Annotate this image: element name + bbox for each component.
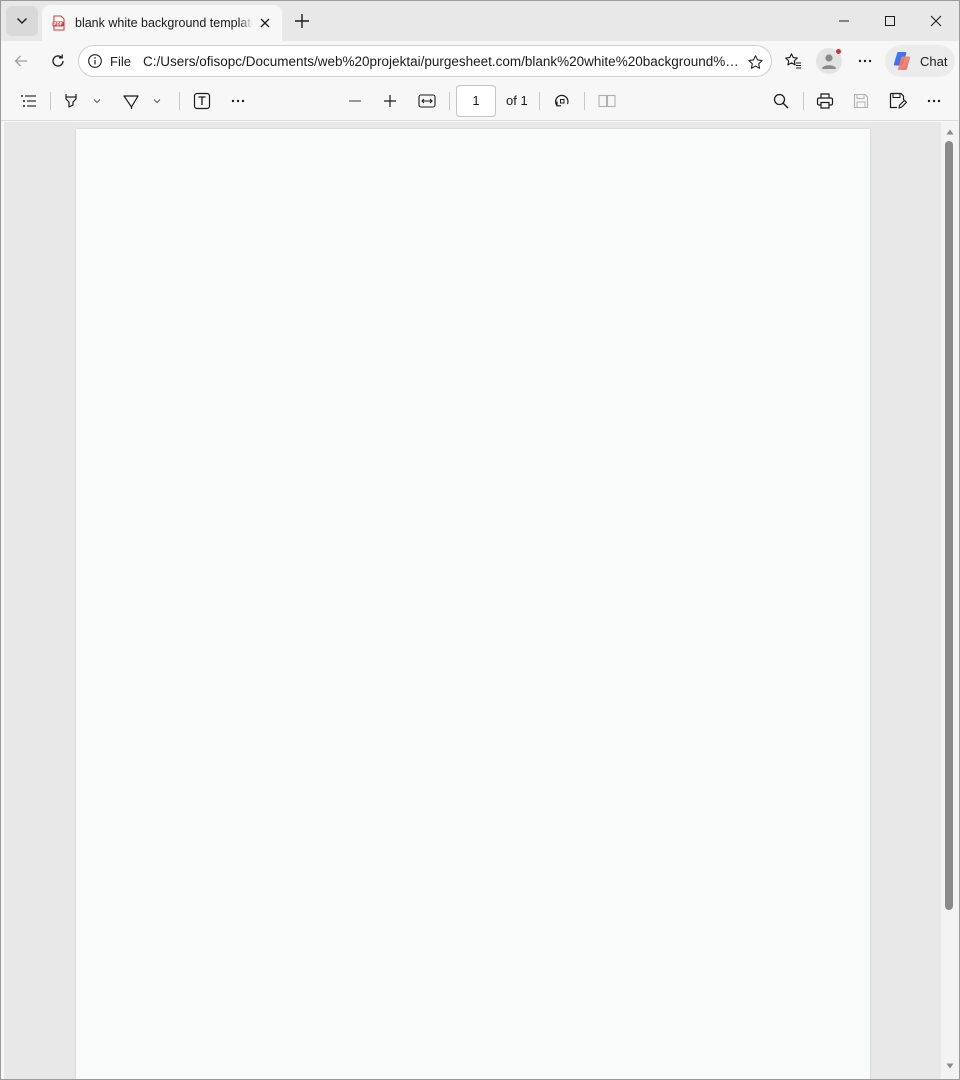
minus-icon — [349, 100, 361, 102]
fit-width-icon — [418, 94, 436, 108]
highlight-options-dropdown[interactable] — [87, 87, 107, 115]
vertical-scrollbar[interactable] — [941, 122, 959, 1079]
chevron-down-icon — [153, 99, 161, 104]
browser-tab-active[interactable]: PDF blank white background template — [42, 5, 282, 41]
draw-button[interactable] — [118, 87, 144, 115]
toolbar-divider — [179, 92, 180, 110]
plus-icon — [295, 14, 309, 28]
close-icon — [260, 18, 270, 28]
add-text-button[interactable] — [189, 87, 215, 115]
settings-more-button[interactable] — [849, 45, 881, 77]
arrow-left-icon — [14, 55, 27, 67]
chevron-down-icon — [17, 18, 27, 24]
notification-dot — [835, 48, 842, 55]
more-tools-button[interactable] — [225, 87, 251, 115]
text-box-icon — [193, 92, 211, 110]
toolbar-divider — [50, 92, 51, 110]
search-icon — [773, 93, 789, 109]
toolbar-divider — [539, 92, 540, 110]
close-icon — [930, 15, 942, 27]
pdf-more-options-button[interactable] — [921, 87, 947, 115]
triangle-up-icon — [946, 129, 954, 135]
favorites-button[interactable] — [777, 45, 809, 77]
address-bar[interactable]: File C:/Users/ofisopc/Documents/web%20pr… — [78, 45, 772, 77]
rotate-button[interactable] — [549, 87, 575, 115]
zoom-out-button[interactable] — [342, 87, 368, 115]
plus-icon — [384, 95, 396, 107]
info-icon[interactable] — [87, 53, 103, 69]
find-button[interactable] — [768, 87, 794, 115]
person-icon — [822, 54, 836, 69]
highlight-button[interactable] — [59, 87, 83, 115]
minimize-icon — [839, 20, 849, 22]
tab-title: blank white background template — [75, 16, 253, 30]
more-horizontal-icon — [858, 59, 872, 63]
maximize-button[interactable] — [867, 1, 913, 41]
page-view-button[interactable] — [594, 87, 620, 115]
pen-draw-icon — [123, 95, 139, 109]
chevron-down-icon — [93, 99, 101, 104]
pdf-file-icon: PDF — [52, 15, 65, 31]
save-button[interactable] — [848, 87, 874, 115]
profile-avatar[interactable] — [816, 48, 842, 74]
toolbar-divider — [584, 92, 585, 110]
highlighter-icon — [65, 94, 77, 108]
zoom-in-button[interactable] — [377, 87, 403, 115]
minimize-button[interactable] — [821, 1, 867, 41]
star-icon — [747, 54, 763, 69]
svg-text:PDF: PDF — [53, 22, 63, 27]
copilot-icon — [893, 52, 911, 70]
tab-actions-menu-button[interactable] — [6, 6, 38, 36]
scrollbar-thumb[interactable] — [945, 141, 953, 910]
pdf-viewport[interactable] — [4, 122, 941, 1079]
refresh-button[interactable] — [42, 45, 74, 77]
new-tab-button[interactable] — [288, 7, 316, 35]
browser-window: PDF blank white background template File… — [0, 0, 960, 1080]
tab-close-button[interactable] — [256, 14, 274, 32]
printer-icon — [816, 93, 834, 109]
title-bar: PDF blank white background template — [1, 1, 959, 41]
page-count-label: of 1 — [506, 93, 528, 108]
print-button[interactable] — [812, 87, 838, 115]
triangle-down-icon — [946, 1063, 954, 1069]
page-number-input[interactable]: 1 — [456, 85, 496, 117]
toolbar-divider — [449, 92, 450, 110]
maximize-icon — [885, 16, 895, 26]
toolbar-divider — [803, 92, 804, 110]
table-of-contents-button[interactable] — [15, 87, 43, 115]
contents-list-icon — [21, 95, 36, 107]
two-page-view-icon — [598, 94, 616, 108]
add-favorite-button[interactable] — [743, 50, 767, 74]
scroll-up-button[interactable] — [944, 126, 956, 138]
chat-label: Chat — [920, 53, 948, 69]
save-as-button[interactable] — [885, 87, 911, 115]
refresh-icon — [52, 54, 64, 67]
draw-options-dropdown[interactable] — [147, 87, 167, 115]
fit-to-width-button[interactable] — [414, 87, 440, 115]
close-window-button[interactable] — [913, 1, 959, 41]
pdf-page — [76, 129, 870, 1079]
pdf-toolbar: 1 of 1 — [1, 81, 959, 121]
save-disk-icon — [853, 93, 869, 109]
url-scheme-label: File — [110, 53, 131, 69]
scroll-down-button[interactable] — [944, 1060, 956, 1072]
more-horizontal-icon — [927, 99, 941, 103]
more-horizontal-icon — [231, 99, 245, 103]
favorites-icon — [785, 53, 801, 69]
save-as-icon — [889, 92, 907, 109]
url-text[interactable]: C:/Users/ofisopc/Documents/web%20projekt… — [143, 54, 741, 69]
navigation-bar: File C:/Users/ofisopc/Documents/web%20pr… — [1, 41, 959, 81]
rotate-icon — [555, 94, 569, 107]
back-button[interactable] — [5, 45, 37, 77]
copilot-chat-button[interactable]: Chat — [885, 45, 955, 77]
